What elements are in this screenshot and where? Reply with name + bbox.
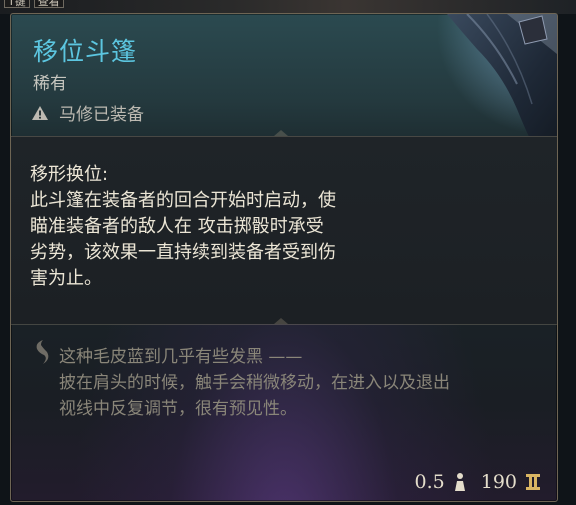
- lore-line: 视线中反复调节，很有预见性。: [59, 399, 297, 419]
- warning-icon: [32, 105, 48, 120]
- lore-line: 披在肩头的时候，触手会稍微移动，在进入以及退出: [59, 373, 450, 393]
- effect-line: 害为止。: [30, 268, 102, 289]
- item-name: 移位斗篷: [33, 37, 138, 66]
- gold-value: 190: [480, 471, 517, 493]
- top-strip: T键 查看: [0, 0, 576, 14]
- effect-title: 移形换位:: [30, 164, 109, 185]
- lore-text: 这种毛皮蓝到几乎有些发黑 —— 披在肩头的时候，触手会稍微移动，在进入以及退出 …: [59, 344, 549, 422]
- gold-icon: [526, 474, 540, 490]
- equipped-by-label: 马修已装备: [59, 105, 144, 125]
- item-rarity: 稀有: [33, 74, 67, 94]
- weight-value: 0.5: [414, 471, 445, 493]
- lore-line: 这种毛皮蓝到几乎有些发黑 ——: [59, 347, 303, 367]
- weight-icon: [454, 473, 465, 491]
- effect-line: 此斗篷在装备者的回合开始时启动，使: [30, 190, 336, 211]
- effect-line: 劣势，该效果一直持续到装备者受到伤: [30, 242, 336, 263]
- equipped-status: 马修已装备: [31, 100, 144, 125]
- key-hint-key: T键: [4, 0, 30, 8]
- item-tooltip: 移位斗篷 稀有 马修已装备 移形换位: 此斗篷在装备者的回合开始时启动，使 瞄准…: [10, 13, 558, 502]
- key-hint-action: 查看: [33, 0, 64, 8]
- divider-top: [11, 130, 557, 137]
- divider-bottom: [11, 318, 557, 325]
- effect-line: 瞄准装备者的敌人在 攻击掷骰时承受: [30, 216, 324, 237]
- quill-icon: [36, 340, 49, 364]
- effect-description: 此斗篷在装备者的回合开始时启动，使 瞄准装备者的敌人在 攻击掷骰时承受 劣势，该…: [30, 188, 390, 292]
- item-stats: 0.5 190: [415, 471, 541, 493]
- key-hint: T键 查看: [4, 0, 64, 8]
